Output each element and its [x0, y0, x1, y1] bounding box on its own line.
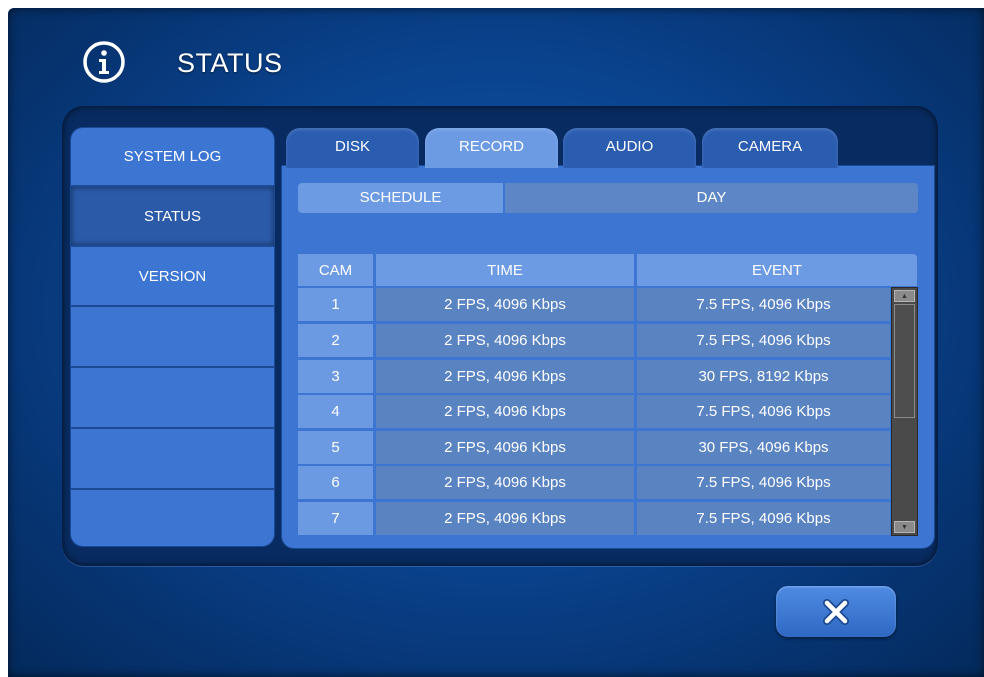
sidebar-item-empty-2[interactable]: [71, 368, 274, 429]
cam-cell: 5: [298, 431, 373, 464]
time-cell[interactable]: 2 FPS, 4096 Kbps: [376, 502, 634, 535]
time-cell[interactable]: 2 FPS, 4096 Kbps: [376, 288, 634, 321]
scroll-down-icon[interactable]: ▼: [894, 521, 915, 533]
event-cell[interactable]: 7.5 FPS, 4096 Kbps: [637, 395, 890, 428]
tab-camera[interactable]: CAMERA: [702, 128, 838, 168]
cam-cell: 7: [298, 502, 373, 535]
time-cell[interactable]: 2 FPS, 4096 Kbps: [376, 360, 634, 393]
sidebar-item-empty-4[interactable]: [71, 490, 274, 546]
time-cell[interactable]: 2 FPS, 4096 Kbps: [376, 324, 634, 357]
time-cell[interactable]: 2 FPS, 4096 Kbps: [376, 466, 634, 499]
info-circle-icon: [83, 41, 125, 83]
subtab-day[interactable]: DAY: [505, 183, 918, 213]
column-header-time: TIME: [376, 254, 634, 286]
event-cell[interactable]: 30 FPS, 4096 Kbps: [637, 431, 890, 464]
cam-cell: 4: [298, 395, 373, 428]
scroll-up-icon[interactable]: ▲: [894, 290, 915, 302]
event-cell[interactable]: 7.5 FPS, 4096 Kbps: [637, 288, 890, 321]
sidebar-item-status[interactable]: STATUS: [71, 187, 274, 247]
time-cell[interactable]: 2 FPS, 4096 Kbps: [376, 431, 634, 464]
cam-cell: 3: [298, 360, 373, 393]
time-cell[interactable]: 2 FPS, 4096 Kbps: [376, 395, 634, 428]
cam-cell: 1: [298, 288, 373, 321]
page-title: STATUS: [177, 48, 283, 78]
tab-disk[interactable]: DISK: [286, 128, 419, 168]
cam-cell: 6: [298, 466, 373, 499]
column-header-event: EVENT: [637, 254, 917, 286]
scroll-thumb[interactable]: [894, 304, 915, 418]
close-x-icon: [823, 598, 849, 625]
subtab-schedule[interactable]: SCHEDULE: [298, 183, 503, 213]
sidebar-item-version[interactable]: VERSION: [71, 247, 274, 307]
cam-cell: 2: [298, 324, 373, 357]
event-cell[interactable]: 30 FPS, 8192 Kbps: [637, 360, 890, 393]
event-cell[interactable]: 7.5 FPS, 4096 Kbps: [637, 502, 890, 535]
tab-audio[interactable]: AUDIO: [563, 128, 696, 168]
column-header-cam: CAM: [298, 254, 373, 286]
sidebar-item-empty-3[interactable]: [71, 429, 274, 490]
close-button[interactable]: [776, 586, 896, 637]
tab-record[interactable]: RECORD: [425, 128, 558, 168]
table-scrollbar[interactable]: ▲ ▼: [891, 287, 918, 536]
sidebar-item-empty-1[interactable]: [71, 307, 274, 368]
sidebar-item-system-log[interactable]: SYSTEM LOG: [71, 128, 274, 187]
sidebar: SYSTEM LOG STATUS VERSION: [71, 128, 274, 546]
event-cell[interactable]: 7.5 FPS, 4096 Kbps: [637, 324, 890, 357]
event-cell[interactable]: 7.5 FPS, 4096 Kbps: [637, 466, 890, 499]
